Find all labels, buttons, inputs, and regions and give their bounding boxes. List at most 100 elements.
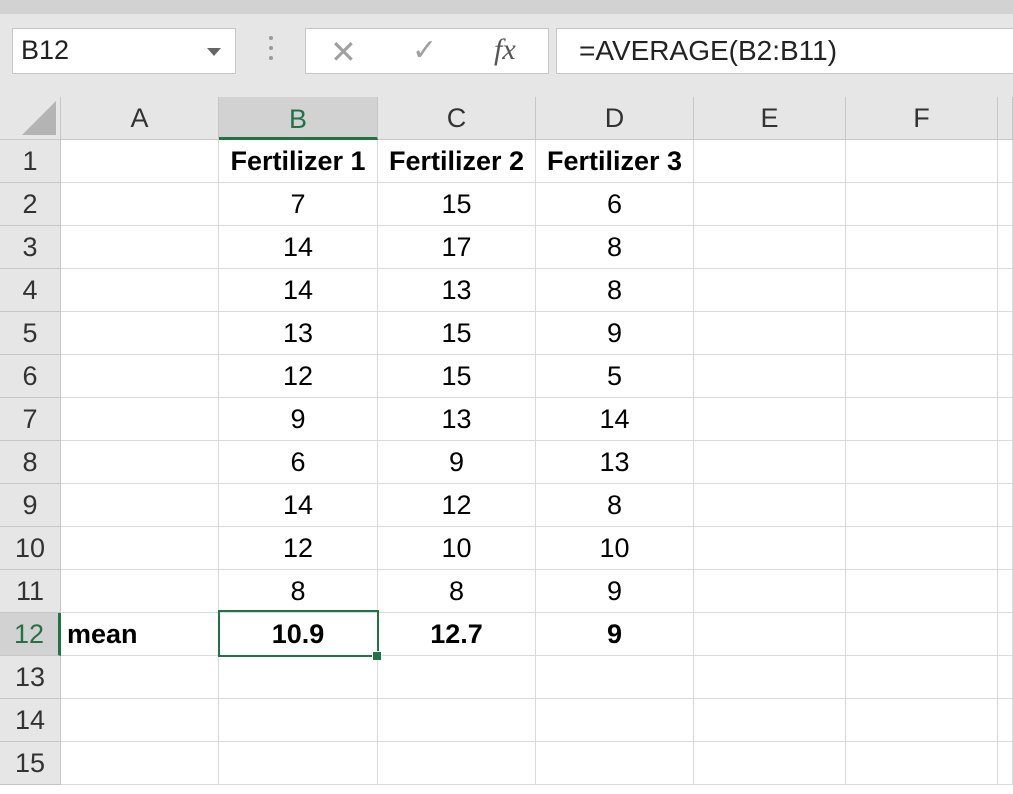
cell-b6[interactable]: 12 (219, 355, 378, 398)
cell-d5[interactable]: 9 (536, 312, 694, 355)
column-header-a[interactable]: A (61, 97, 219, 140)
cell-partial[interactable] (998, 355, 1013, 398)
cell-partial[interactable] (998, 527, 1013, 570)
cell-b7[interactable]: 9 (219, 398, 378, 441)
cell-f13[interactable] (846, 656, 998, 699)
cell-c6[interactable]: 15 (378, 355, 536, 398)
cell-c14[interactable] (378, 699, 536, 742)
cell-b5[interactable]: 13 (219, 312, 378, 355)
row-header-8[interactable]: 8 (0, 441, 61, 484)
cell-f8[interactable] (846, 441, 998, 484)
cell-c3[interactable]: 17 (378, 226, 536, 269)
cell-partial[interactable] (998, 484, 1013, 527)
cell-f11[interactable] (846, 570, 998, 613)
cell-a10[interactable] (61, 527, 219, 570)
cell-b10[interactable]: 12 (219, 527, 378, 570)
cell-b8[interactable]: 6 (219, 441, 378, 484)
cell-a6[interactable] (61, 355, 219, 398)
cell-c10[interactable]: 10 (378, 527, 536, 570)
cell-e12[interactable] (694, 613, 846, 656)
cell-e7[interactable] (694, 398, 846, 441)
row-header-9[interactable]: 9 (0, 484, 61, 527)
column-header-partial[interactable] (998, 97, 1013, 140)
cell-e3[interactable] (694, 226, 846, 269)
row-header-13[interactable]: 13 (0, 656, 61, 699)
cell-d9[interactable]: 8 (536, 484, 694, 527)
cell-d15[interactable] (536, 742, 694, 785)
column-header-d[interactable]: D (536, 97, 694, 140)
row-header-10[interactable]: 10 (0, 527, 61, 570)
cell-e8[interactable] (694, 441, 846, 484)
row-header-14[interactable]: 14 (0, 699, 61, 742)
cell-partial[interactable] (998, 269, 1013, 312)
cell-e4[interactable] (694, 269, 846, 312)
column-header-c[interactable]: C (378, 97, 536, 140)
cell-b3[interactable]: 14 (219, 226, 378, 269)
cell-a3[interactable] (61, 226, 219, 269)
cell-d10[interactable]: 10 (536, 527, 694, 570)
cell-a1[interactable] (61, 140, 219, 183)
cell-d6[interactable]: 5 (536, 355, 694, 398)
cell-c9[interactable]: 12 (378, 484, 536, 527)
cell-e11[interactable] (694, 570, 846, 613)
cell-f15[interactable] (846, 742, 998, 785)
cell-a4[interactable] (61, 269, 219, 312)
cell-b15[interactable] (219, 742, 378, 785)
cell-b14[interactable] (219, 699, 378, 742)
enter-check-icon[interactable]: ✓ (412, 33, 437, 68)
cell-f12[interactable] (846, 613, 998, 656)
formula-input[interactable]: =AVERAGE(B2:B11) (556, 28, 1013, 74)
cell-c13[interactable] (378, 656, 536, 699)
cell-e10[interactable] (694, 527, 846, 570)
cell-a8[interactable] (61, 441, 219, 484)
cell-d7[interactable]: 14 (536, 398, 694, 441)
cell-c12[interactable]: 12.7 (378, 613, 536, 656)
cell-c4[interactable]: 13 (378, 269, 536, 312)
cell-d3[interactable]: 8 (536, 226, 694, 269)
cell-f7[interactable] (846, 398, 998, 441)
cell-partial[interactable] (998, 656, 1013, 699)
cell-c8[interactable]: 9 (378, 441, 536, 484)
name-box[interactable]: B12 (12, 28, 236, 74)
cell-c1[interactable]: Fertilizer 2 (378, 140, 536, 183)
row-header-15[interactable]: 15 (0, 742, 61, 785)
cell-c15[interactable] (378, 742, 536, 785)
cell-c2[interactable]: 15 (378, 183, 536, 226)
cell-e5[interactable] (694, 312, 846, 355)
cell-b12[interactable]: 10.9 (219, 613, 378, 656)
row-header-12[interactable]: 12 (0, 613, 61, 656)
cell-b13[interactable] (219, 656, 378, 699)
cell-partial[interactable] (998, 699, 1013, 742)
cell-b4[interactable]: 14 (219, 269, 378, 312)
cell-f2[interactable] (846, 183, 998, 226)
cell-d2[interactable]: 6 (536, 183, 694, 226)
cell-a2[interactable] (61, 183, 219, 226)
cell-d13[interactable] (536, 656, 694, 699)
row-header-4[interactable]: 4 (0, 269, 61, 312)
column-header-e[interactable]: E (694, 97, 846, 140)
vertical-dots-icon[interactable] (268, 36, 274, 66)
row-header-6[interactable]: 6 (0, 355, 61, 398)
cell-partial[interactable] (998, 140, 1013, 183)
cell-e9[interactable] (694, 484, 846, 527)
cell-d4[interactable]: 8 (536, 269, 694, 312)
cell-a13[interactable] (61, 656, 219, 699)
cell-f4[interactable] (846, 269, 998, 312)
cell-f14[interactable] (846, 699, 998, 742)
cell-d12[interactable]: 9 (536, 613, 694, 656)
cell-d8[interactable]: 13 (536, 441, 694, 484)
cell-a5[interactable] (61, 312, 219, 355)
cell-e15[interactable] (694, 742, 846, 785)
cell-f9[interactable] (846, 484, 998, 527)
cell-e13[interactable] (694, 656, 846, 699)
cell-c7[interactable]: 13 (378, 398, 536, 441)
cell-e2[interactable] (694, 183, 846, 226)
cell-c5[interactable]: 15 (378, 312, 536, 355)
cell-f3[interactable] (846, 226, 998, 269)
chevron-down-icon[interactable] (207, 48, 221, 56)
cell-partial[interactable] (998, 613, 1013, 656)
cell-b1[interactable]: Fertilizer 1 (219, 140, 378, 183)
column-header-f[interactable]: F (846, 97, 998, 140)
row-header-5[interactable]: 5 (0, 312, 61, 355)
cell-b2[interactable]: 7 (219, 183, 378, 226)
